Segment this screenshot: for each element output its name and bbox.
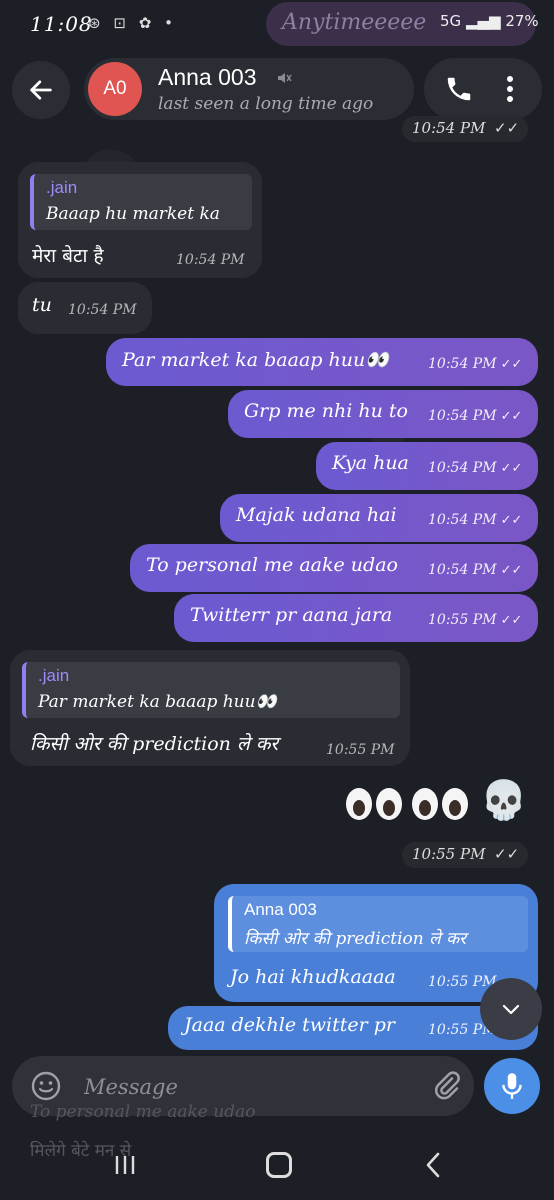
outgoing-message[interactable]: Par market ka baaap huu👀 10:54 PM ✓✓ [106,338,538,386]
last-seen-status: last seen a long time ago [158,94,374,114]
message-time-chip: 10:54 PM ✓✓ [402,116,528,142]
status-bar: 11:08 ⊛ ⊡ ✿ • Anytimeeeee 5G ▂▄▆ 27% [0,0,554,52]
message-time-wrap: 10:54 PM ✓✓ [428,356,522,372]
message-time-wrap: 10:55 PM ✓✓ [428,612,522,628]
battery-label: 27% [505,12,539,30]
screenshot-status-icon: ⊡ [113,14,126,32]
outgoing-message[interactable]: Kya hua 10:54 PM ✓✓ [316,442,538,490]
recent-apps-icon[interactable] [114,1154,136,1176]
microphone-icon [502,1073,522,1099]
read-ticks-icon: ✓✓ [500,513,523,528]
message-text: Kya hua [332,452,409,474]
more-vertical-icon[interactable] [504,74,516,104]
read-ticks-icon: ✓✓ [500,613,523,628]
call-actions [424,58,542,120]
read-ticks-icon: ✓✓ [500,357,523,372]
phone-icon[interactable] [444,74,474,104]
message-text: Grp me nhi hu to [244,400,408,422]
quote-author: Anna 003 [244,900,317,919]
quote-author: .jain [38,666,70,685]
avatar: A0 [88,62,142,116]
incoming-message[interactable]: tu 10:54 PM [18,282,152,334]
message-text: Jo hai khudkaaaa [230,966,396,988]
eyes-emoji [442,788,468,820]
message-time: 10:55 PM [326,742,395,758]
outgoing-message[interactable]: Anna 003 किसी ओर की prediction ले कर Jo … [214,884,538,1002]
message-text: Par market ka baaap huu👀 [122,349,389,371]
message-text: tu [32,294,52,316]
message-time: 10:55 PM [428,974,497,990]
outgoing-message[interactable]: Grp me nhi hu to 10:54 PM ✓✓ [228,390,538,438]
status-time: 11:08 [30,12,93,36]
snapchat-status-icon: ✿ [138,14,152,32]
quote-author: .jain [46,178,78,197]
voice-record-button[interactable] [484,1058,540,1114]
skull-emoji: 💀 [480,778,528,822]
read-ticks-icon: ✓✓ [500,563,523,578]
message-time: 10:54 PM [428,408,497,424]
message-text: Jaaa dekhle twitter pr [184,1014,396,1036]
message-time: 10:54 PM [428,460,497,476]
contact-name: Anna 003 [158,64,257,90]
message-time: 10:54 PM [412,119,486,137]
message-time: 10:54 PM [68,302,137,318]
home-icon[interactable] [266,1152,292,1178]
reply-quote[interactable]: .jain Par market ka baaap huu👀 [22,662,400,718]
read-ticks-icon: ✓✓ [500,409,523,424]
status-notification-icons: ⊛ ⊡ ✿ • [88,14,181,32]
eyes-emoji [412,788,438,820]
outgoing-message[interactable]: To personal me aake udao 10:54 PM ✓✓ [130,544,538,592]
message-time: 10:54 PM [428,512,497,528]
message-time: 10:54 PM [428,562,497,578]
message-text: मेरा बेटा है [32,245,104,267]
message-time: 10:55 PM [428,612,497,628]
scroll-to-bottom-button[interactable] [480,978,542,1040]
chevron-down-icon [502,1004,520,1015]
message-time-wrap: 10:54 PM ✓✓ [428,408,522,424]
message-time: 10:54 PM [176,252,245,268]
eyes-emoji [346,788,372,820]
message-text: किसी ओर की prediction ले कर [30,733,279,755]
quote-text: किसी ओर की prediction ले कर [244,929,467,949]
read-ticks-icon: ✓✓ [494,845,520,863]
status-pill-text: Anytimeeeee [282,10,427,35]
reply-quote[interactable]: Anna 003 किसी ओर की prediction ले कर [228,896,528,952]
message-time: 10:55 PM [412,845,486,863]
quote-text: Baaap hu market ka [46,204,220,224]
signal-icon: ▂▄▆ [465,12,501,30]
message-time-chip: 10:55 PM ✓✓ [402,842,528,868]
back-button[interactable] [12,61,70,119]
read-ticks-icon: ✓✓ [494,119,520,137]
outgoing-message[interactable]: Twitterr pr aana jara 10:55 PM ✓✓ [174,594,538,642]
status-right-icons: 5G ▂▄▆ 27% [440,12,539,30]
message-text: To personal me aake udao [146,554,398,576]
ghost-preview-line: To personal me aake udao [30,1102,256,1122]
eyes-emoji [376,788,402,820]
paperclip-icon[interactable] [432,1070,462,1102]
message-text: Majak udana hai [236,504,397,526]
message-time-wrap: 10:54 PM ✓✓ [428,562,522,578]
message-time-wrap: 10:54 PM ✓✓ [428,460,522,476]
system-navigation-bar [0,1140,554,1200]
network-label: 5G [440,12,462,30]
emoji-message[interactable]: 💀 👀👀👀💀 [340,778,530,830]
chat-header: A0 Anna 003 last seen a long time ago [0,56,554,124]
message-time: 10:54 PM [428,356,497,372]
arrow-left-icon [30,80,52,100]
nav-back-icon[interactable] [424,1150,444,1180]
emoji-icon[interactable] [30,1070,62,1102]
read-ticks-icon: ✓✓ [500,461,523,476]
incoming-message[interactable]: .jain Par market ka baaap huu👀 किसी ओर क… [10,650,410,766]
message-time-wrap: 10:54 PM ✓✓ [428,512,522,528]
contact-profile[interactable]: A0 Anna 003 last seen a long time ago [84,58,414,120]
reply-quote[interactable]: .jain Baaap hu market ka [30,174,252,230]
quote-text: Par market ka baaap huu👀 [38,692,277,712]
settings-status-icon: ⊛ [88,14,101,32]
message-input[interactable] [82,1068,416,1106]
incoming-message[interactable]: .jain Baaap hu market ka मेरा बेटा है 10… [18,162,262,278]
outgoing-message[interactable]: Majak udana hai 10:54 PM ✓✓ [220,494,538,542]
mute-icon [278,73,292,83]
dot-status-icon: • [164,14,173,32]
message-text: Twitterr pr aana jara [190,604,393,626]
